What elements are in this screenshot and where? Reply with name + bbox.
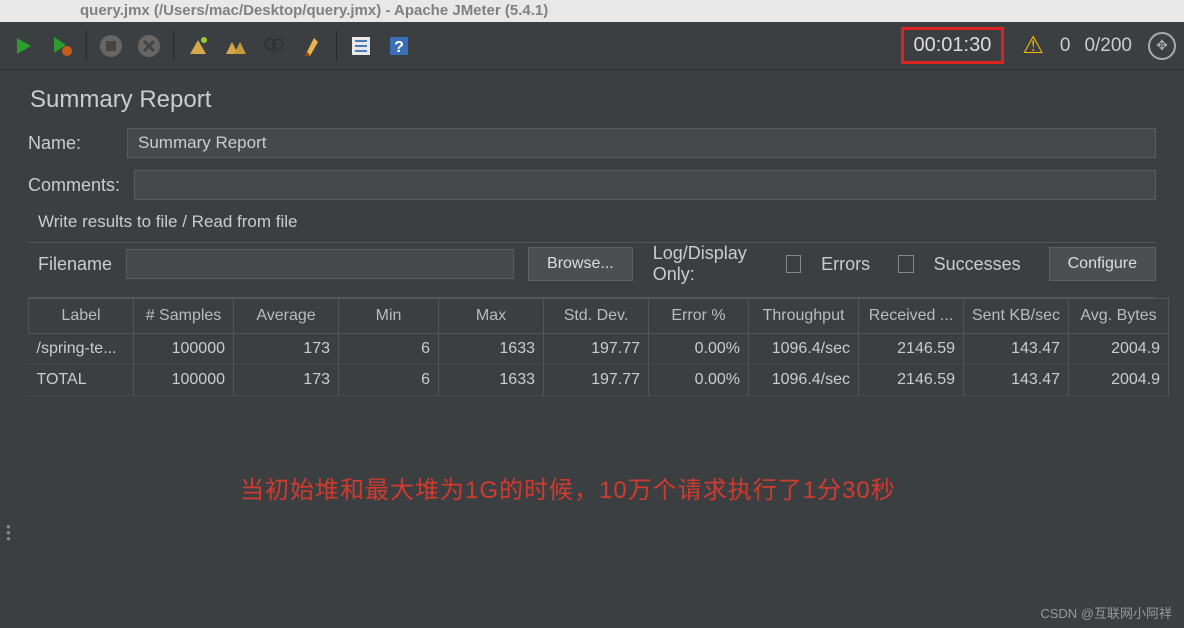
filename-label: Filename — [38, 254, 112, 275]
reset-search-icon[interactable] — [296, 30, 328, 62]
table-header[interactable]: Std. Dev. — [544, 299, 649, 334]
run-no-pause-icon[interactable] — [46, 30, 78, 62]
table-header[interactable]: Max — [439, 299, 544, 334]
summary-report-panel: Summary Report Name: Comments: Write res… — [0, 70, 1184, 396]
errors-checkbox-label: Errors — [821, 254, 870, 275]
function-helper-icon[interactable] — [345, 30, 377, 62]
panel-title: Summary Report — [30, 86, 1164, 114]
name-input[interactable] — [127, 128, 1156, 158]
window-title: query.jmx (/Users/mac/Desktop/query.jmx)… — [0, 0, 1184, 22]
watermark: CSDN @互联网小阿祥 — [1040, 603, 1172, 622]
svg-text:?: ? — [394, 39, 404, 56]
table-header[interactable]: Avg. Bytes — [1069, 299, 1169, 334]
comments-label: Comments: — [28, 175, 120, 196]
drag-handle-icon[interactable]: ●●● — [6, 524, 11, 542]
configure-button[interactable]: Configure — [1049, 247, 1156, 281]
table-header[interactable]: Throughput — [749, 299, 859, 334]
help-icon[interactable]: ? — [383, 30, 415, 62]
table-header[interactable]: Average — [234, 299, 339, 334]
table-header[interactable]: Sent KB/sec — [964, 299, 1069, 334]
table-header[interactable]: Error % — [649, 299, 749, 334]
thread-count: 0/200 — [1084, 35, 1132, 57]
comments-input[interactable] — [134, 170, 1156, 200]
clear-icon[interactable] — [182, 30, 214, 62]
annotation-text: 当初始堆和最大堆为1G的时候，10万个请求执行了1分30秒 — [240, 470, 896, 505]
log-display-label: Log/Display Only: — [653, 243, 772, 285]
warning-icon[interactable]: ⚠ — [1022, 31, 1044, 60]
table-header[interactable]: # Samples — [134, 299, 234, 334]
browse-button[interactable]: Browse... — [528, 247, 633, 281]
table-header[interactable]: Received ... — [859, 299, 964, 334]
errors-checkbox[interactable] — [786, 255, 801, 273]
table-header[interactable]: Min — [339, 299, 439, 334]
warning-count: 0 — [1060, 35, 1071, 57]
write-results-label: Write results to file / Read from file — [38, 212, 1164, 232]
results-table: Label# SamplesAverageMinMaxStd. Dev.Erro… — [28, 297, 1156, 396]
run-icon[interactable] — [8, 30, 40, 62]
successes-checkbox[interactable] — [898, 255, 913, 273]
filename-input[interactable] — [126, 249, 514, 279]
clear-all-icon[interactable] — [220, 30, 252, 62]
table-row[interactable]: TOTAL10000017361633197.770.00%1096.4/sec… — [29, 365, 1169, 396]
elapsed-timer: 00:01:30 — [901, 27, 1005, 64]
expand-icon[interactable]: ✥ — [1148, 32, 1176, 60]
successes-checkbox-label: Successes — [934, 254, 1021, 275]
search-icon[interactable] — [258, 30, 290, 62]
name-label: Name: — [28, 133, 113, 154]
toolbar: ? 00:01:30 ⚠ 0 0/200 ✥ — [0, 22, 1184, 70]
shutdown-icon[interactable] — [133, 30, 165, 62]
table-row[interactable]: /spring-te...10000017361633197.770.00%10… — [29, 334, 1169, 365]
table-header[interactable]: Label — [29, 299, 134, 334]
stop-icon[interactable] — [95, 30, 127, 62]
